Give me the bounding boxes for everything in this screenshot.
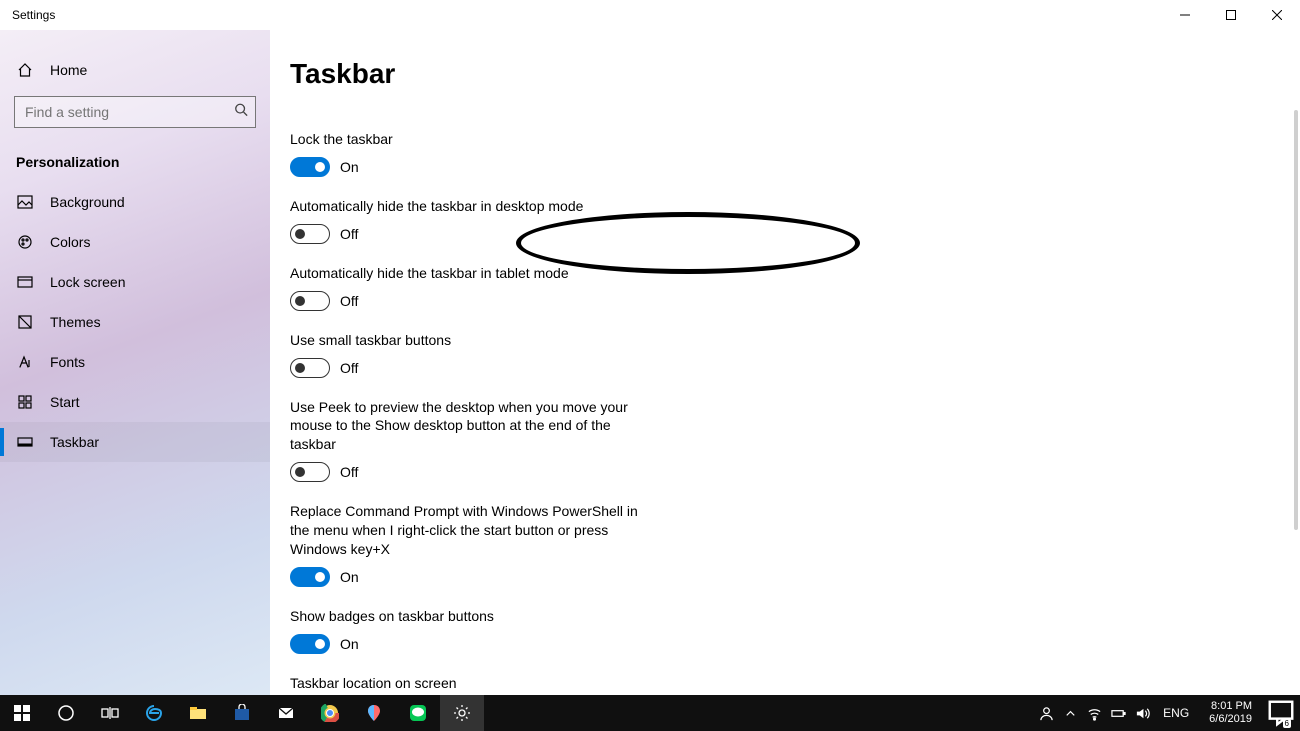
maximize-button[interactable] [1208,0,1254,30]
themes-icon [16,313,34,331]
tray-expand-icon[interactable] [1061,704,1079,722]
start-icon [16,393,34,411]
sidebar: Home Personalization Background Colors [0,30,270,731]
titlebar: Settings [0,0,1300,30]
people-icon[interactable] [1037,704,1055,722]
setting-small-buttons: Use small taskbar buttons Off [290,331,960,378]
search-input[interactable] [14,96,256,128]
setting-badges: Show badges on taskbar buttons On [290,607,960,654]
notification-badge: 6 [1283,719,1291,728]
battery-icon[interactable] [1109,704,1127,722]
clock-time: 8:01 PM [1209,700,1252,713]
sidebar-item-label: Themes [50,314,101,330]
toggle-small-buttons[interactable] [290,358,330,378]
taskbar-left [0,695,484,731]
sidebar-section-label: Personalization [16,154,119,170]
action-center-button[interactable]: 6 [1266,695,1296,731]
sidebar-item-label: Background [50,194,125,210]
window-title: Settings [12,8,55,22]
setting-autohide-desktop: Automatically hide the taskbar in deskto… [290,197,960,244]
sidebar-item-themes[interactable]: Themes [0,302,270,342]
setting-label: Replace Command Prompt with Windows Powe… [290,502,660,559]
sidebar-item-colors[interactable]: Colors [0,222,270,262]
taskbar-right: ENG 8:01 PM 6/6/2019 6 [1037,695,1300,731]
setting-label: Lock the taskbar [290,130,660,149]
taskbar-app-edge[interactable] [132,695,176,731]
setting-label: Use Peek to preview the desktop when you… [290,398,660,455]
start-button[interactable] [0,695,44,731]
settings-window: Settings Home Personalization [0,0,1300,731]
toggle-powershell[interactable] [290,567,330,587]
search-icon [234,103,248,122]
taskbar-app-explorer[interactable] [176,695,220,731]
windows-taskbar: ENG 8:01 PM 6/6/2019 6 [0,695,1300,731]
sidebar-item-label: Taskbar [50,434,99,450]
toggle-lock-taskbar[interactable] [290,157,330,177]
volume-icon[interactable] [1133,704,1151,722]
lockscreen-icon [16,273,34,291]
setting-peek: Use Peek to preview the desktop when you… [290,398,960,483]
wifi-icon[interactable] [1085,704,1103,722]
toggle-state: Off [340,360,358,376]
sidebar-item-start[interactable]: Start [0,382,270,422]
close-button[interactable] [1254,0,1300,30]
toggle-state: Off [340,293,358,309]
main: Taskbar Lock the taskbar On Automaticall… [270,30,1300,731]
setting-powershell: Replace Command Prompt with Windows Powe… [290,502,960,587]
taskbar-app-settings[interactable] [440,695,484,731]
palette-icon [16,233,34,251]
home-icon [16,61,34,79]
sidebar-section: Personalization [0,142,270,182]
setting-label: Taskbar location on screen [290,674,960,693]
window-controls [1162,0,1300,30]
setting-label: Show badges on taskbar buttons [290,607,960,626]
page-title: Taskbar [290,58,1300,90]
sidebar-item-label: Colors [50,234,90,250]
minimize-button[interactable] [1162,0,1208,30]
search-wrap [0,90,270,142]
settings-list: Lock the taskbar On Automatically hide t… [290,130,960,731]
sidebar-item-lockscreen[interactable]: Lock screen [0,262,270,302]
clock-date: 6/6/2019 [1209,713,1252,726]
language-indicator[interactable]: ENG [1157,706,1195,720]
taskbar-app-store[interactable] [220,695,264,731]
sidebar-item-background[interactable]: Background [0,182,270,222]
setting-label: Automatically hide the taskbar in tablet… [290,264,960,283]
toggle-badges[interactable] [290,634,330,654]
clock[interactable]: 8:01 PM 6/6/2019 [1201,700,1260,725]
sidebar-item-taskbar[interactable]: Taskbar [0,422,270,462]
toggle-state: On [340,636,359,652]
sidebar-home-label: Home [50,62,87,78]
taskbar-app-mail[interactable] [264,695,308,731]
toggle-autohide-desktop[interactable] [290,224,330,244]
setting-lock-taskbar: Lock the taskbar On [290,130,960,177]
taskbar-app-line[interactable] [396,695,440,731]
sidebar-item-label: Lock screen [50,274,125,290]
toggle-state: On [340,569,359,585]
content: Home Personalization Background Colors [0,30,1300,731]
sidebar-item-label: Start [50,394,80,410]
picture-icon [16,193,34,211]
toggle-state: On [340,159,359,175]
taskbar-icon [16,433,34,451]
sidebar-item-label: Fonts [50,354,85,370]
setting-label: Use small taskbar buttons [290,331,960,350]
setting-autohide-tablet: Automatically hide the taskbar in tablet… [290,264,960,311]
scrollbar-thumb[interactable] [1294,110,1298,530]
sidebar-item-fonts[interactable]: Fonts [0,342,270,382]
search [14,96,256,128]
toggle-state: Off [340,226,358,242]
scrollbar[interactable] [1286,90,1300,731]
sidebar-home[interactable]: Home [0,50,270,90]
taskbar-app-maps[interactable] [352,695,396,731]
fonts-icon [16,353,34,371]
toggle-autohide-tablet[interactable] [290,291,330,311]
taskbar-app-chrome[interactable] [308,695,352,731]
toggle-state: Off [340,464,358,480]
task-view-button[interactable] [88,695,132,731]
toggle-peek[interactable] [290,462,330,482]
cortana-button[interactable] [44,695,88,731]
setting-label: Automatically hide the taskbar in deskto… [290,197,960,216]
